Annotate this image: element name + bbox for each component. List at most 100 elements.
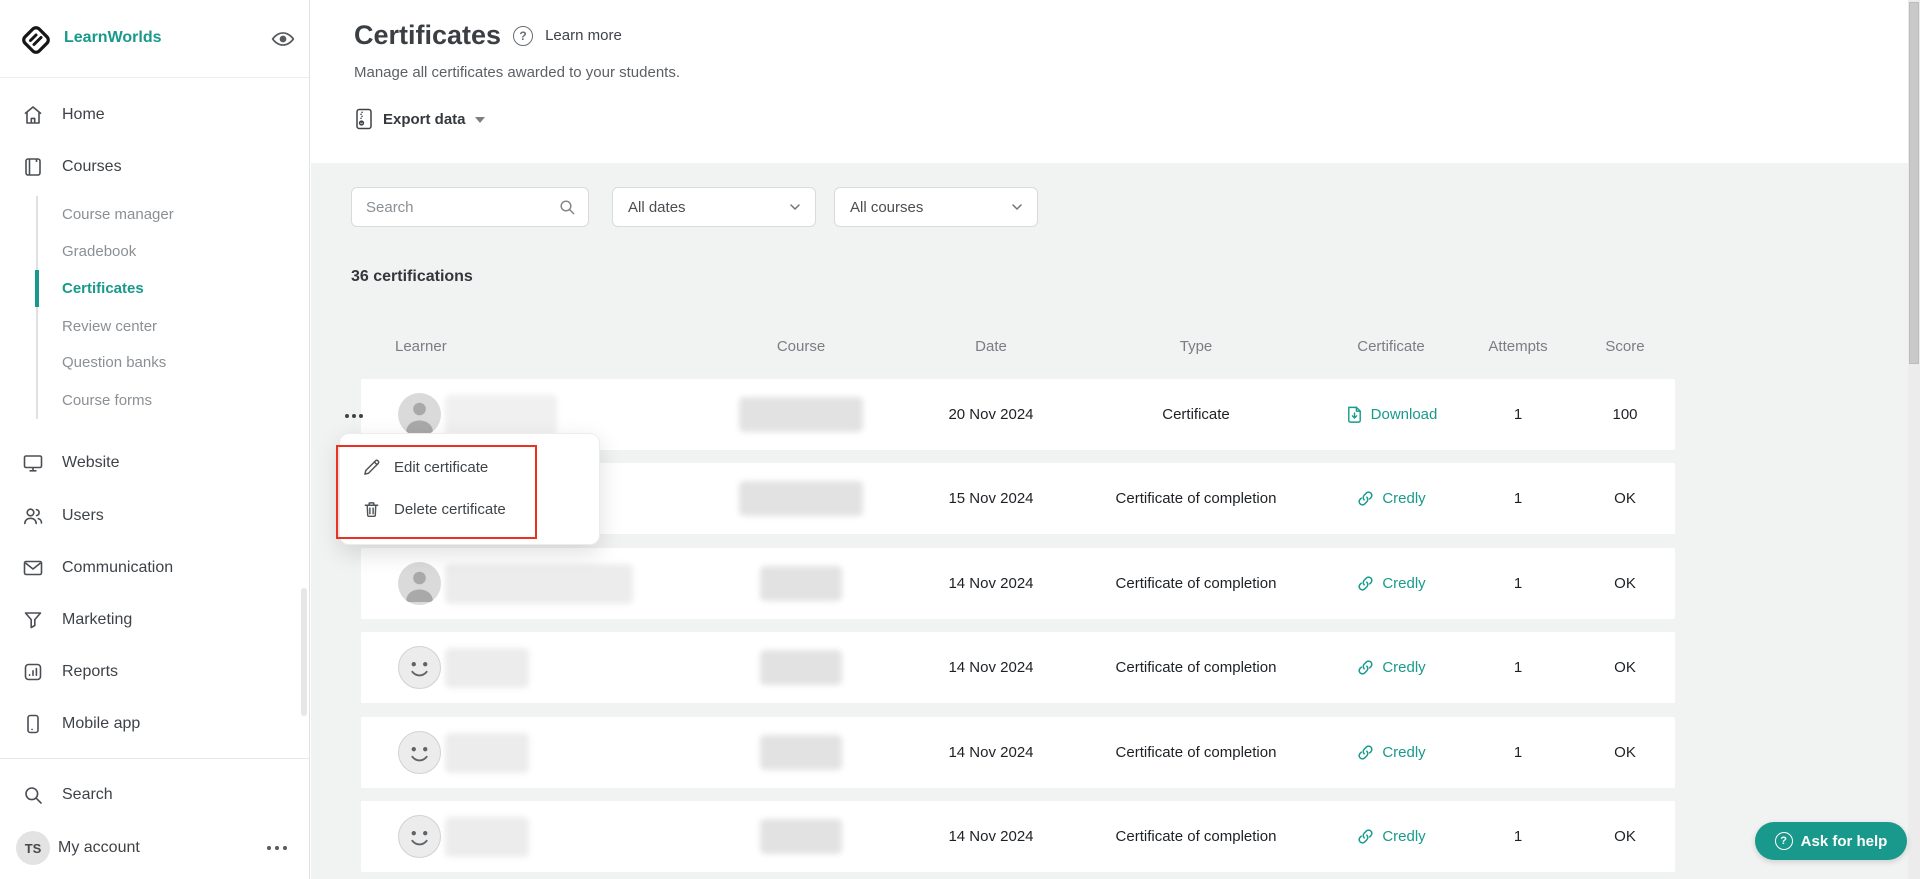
cell-score: OK <box>1614 659 1636 676</box>
column-score: Score <box>1605 338 1645 355</box>
certifications-count: 36 certifications <box>351 268 473 285</box>
mail-icon <box>23 560 43 576</box>
sidebar-item-label: Courses <box>62 158 122 175</box>
learner-name-blurred <box>445 395 557 435</box>
sidebar: LearnWorlds Home Courses Course manager <box>0 0 310 879</box>
credly-link[interactable]: Credly <box>1311 801 1471 872</box>
sidebar-item-search[interactable]: Search <box>0 773 309 817</box>
learner-name-blurred <box>445 733 529 773</box>
sidebar-item-home[interactable]: Home <box>0 93 309 137</box>
cell-type: Certificate of completion <box>1115 828 1277 845</box>
sidebar-item-mobile-app[interactable]: Mobile app <box>0 702 309 746</box>
users-icon <box>24 508 43 525</box>
sidebar-item-courses[interactable]: Courses <box>0 145 309 189</box>
pdf-download-icon <box>1347 406 1361 423</box>
sub-item-label: Review center <box>62 318 158 335</box>
bar-chart-icon <box>24 663 42 681</box>
edit-certificate-menu-item[interactable]: Edit certificate <box>362 458 488 477</box>
courses-submenu-rail <box>36 196 38 419</box>
menu-item-label: Delete certificate <box>394 501 506 518</box>
sidebar-item-marketing[interactable]: Marketing <box>0 598 309 642</box>
sidebar-item-label: Communication <box>62 559 174 576</box>
help-question-icon[interactable]: ? <box>513 25 534 46</box>
sidebar-item-question-banks[interactable]: Question banks <box>62 344 309 381</box>
smiley-avatar <box>398 731 441 774</box>
sidebar-item-website[interactable]: Website <box>0 441 309 485</box>
table-row: 14 Nov 2024 Certificate of completion Cr… <box>361 801 1675 872</box>
certificate-link-label: Credly <box>1382 744 1426 761</box>
download-link[interactable]: Download <box>1311 379 1471 450</box>
sidebar-item-course-manager[interactable]: Course manager <box>62 196 309 233</box>
table-row: 14 Nov 2024 Certificate of completion Cr… <box>361 548 1675 619</box>
sidebar-item-users[interactable]: Users <box>0 494 309 538</box>
search-icon <box>25 787 42 804</box>
sidebar-item-reports[interactable]: Reports <box>0 650 309 694</box>
delete-certificate-menu-item[interactable]: Delete certificate <box>362 500 506 519</box>
page-scrollbar-thumb[interactable] <box>1909 2 1919 364</box>
person-avatar <box>398 562 441 605</box>
search-icon <box>560 200 575 215</box>
credly-link[interactable]: Credly <box>1311 463 1471 534</box>
learn-more-link[interactable]: Learn more <box>545 27 622 44</box>
sub-item-label: Course manager <box>62 206 174 223</box>
link-icon <box>1358 576 1373 591</box>
table-header: Learner Course Date Type Certificate Att… <box>361 338 1675 360</box>
cell-attempts: 1 <box>1513 490 1523 507</box>
sub-item-label: Certificates <box>62 280 144 297</box>
sidebar-item-review-center[interactable]: Review center <box>62 308 309 345</box>
column-type: Type <box>1179 338 1213 355</box>
preview-eye-icon[interactable] <box>268 26 298 52</box>
sidebar-item-course-forms[interactable]: Course forms <box>62 382 309 419</box>
sidebar-item-label: Marketing <box>62 611 133 628</box>
smiley-avatar <box>398 646 441 689</box>
certificates-search-box <box>351 187 589 227</box>
cell-attempts: 1 <box>1513 828 1523 845</box>
sidebar-item-label: Website <box>62 454 120 471</box>
courses-filter-value: All courses <box>850 198 924 216</box>
export-data-label: Export data <box>383 110 466 128</box>
sidebar-item-label: My account <box>58 839 140 856</box>
caret-down-icon <box>474 117 485 123</box>
book-icon <box>25 158 41 176</box>
sidebar-scrollbar-thumb[interactable] <box>301 588 307 716</box>
sub-item-label: Question banks <box>62 354 167 371</box>
row-context-menu: Edit certificate Delete certificate <box>339 433 600 545</box>
course-name-blurred <box>760 566 842 601</box>
sidebar-item-label: Reports <box>62 663 119 680</box>
cell-date: 15 Nov 2024 <box>948 490 1034 507</box>
sidebar-item-label: Users <box>62 507 104 524</box>
page-scrollbar[interactable] <box>1908 0 1920 879</box>
cell-date: 14 Nov 2024 <box>948 659 1034 676</box>
export-data-button[interactable]: Export data <box>354 108 485 130</box>
credly-link[interactable]: Credly <box>1311 632 1471 703</box>
course-name-blurred <box>739 397 863 432</box>
learner-name-blurred <box>445 817 529 857</box>
credly-link[interactable]: Credly <box>1311 717 1471 788</box>
certificate-link-label: Download <box>1370 406 1438 423</box>
menu-item-label: Edit certificate <box>394 459 489 476</box>
search-input[interactable] <box>366 188 546 226</box>
chevron-down-icon <box>1012 204 1022 211</box>
account-more-icon[interactable] <box>262 838 292 858</box>
course-name-blurred <box>760 819 842 854</box>
courses-filter-select[interactable]: All courses <box>834 187 1038 227</box>
cell-date: 14 Nov 2024 <box>948 828 1034 845</box>
learner-name-blurred <box>445 564 633 604</box>
sidebar-item-communication[interactable]: Communication <box>0 546 309 590</box>
sidebar-item-gradebook[interactable]: Gradebook <box>62 233 309 270</box>
person-avatar <box>398 393 441 436</box>
row-more-actions-icon[interactable] <box>341 404 367 428</box>
column-course: Course <box>776 338 826 355</box>
credly-link[interactable]: Credly <box>1311 548 1471 619</box>
course-name-blurred <box>760 650 842 685</box>
sidebar-item-certificates[interactable]: Certificates <box>62 270 309 307</box>
ask-for-help-button[interactable]: ? Ask for help <box>1755 822 1907 860</box>
column-attempts: Attempts <box>1488 338 1548 355</box>
chevron-down-icon <box>790 204 800 211</box>
phone-icon <box>27 714 39 734</box>
certificate-link-label: Credly <box>1382 490 1426 507</box>
ask-for-help-label: Ask for help <box>1800 832 1888 850</box>
certificate-link-label: Credly <box>1382 575 1426 592</box>
link-icon <box>1358 491 1373 506</box>
dates-filter-select[interactable]: All dates <box>612 187 816 227</box>
